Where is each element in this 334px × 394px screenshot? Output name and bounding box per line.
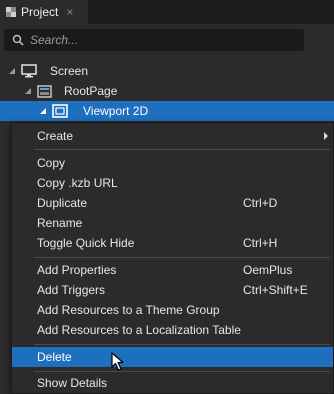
menu-separator (34, 344, 330, 345)
tree-item-screen[interactable]: Screen (0, 61, 334, 81)
menu-item-label: Add Resources to a Localization Table (37, 323, 241, 337)
menu-item-label: Add Triggers (37, 283, 106, 297)
expander-icon[interactable] (25, 88, 31, 94)
tree-item-rootpage[interactable]: RootPage (0, 81, 334, 101)
menu-item-duplicate[interactable]: Duplicate Ctrl+D (12, 193, 333, 213)
menu-item-add-resources-localization-table[interactable]: Add Resources to a Localization Table (12, 320, 333, 340)
menu-item-show-details[interactable]: Show Details (12, 373, 333, 393)
menu-item-delete[interactable]: Delete (12, 347, 333, 367)
search-icon (12, 34, 24, 46)
menu-item-label: Duplicate (37, 196, 88, 210)
tab-project[interactable]: Project × (0, 0, 88, 24)
menu-item-label: Create (37, 129, 74, 143)
tree-item-viewport-2d[interactable]: Viewport 2D (0, 101, 334, 121)
submenu-arrow-icon (324, 132, 328, 140)
menu-item-copy[interactable]: Copy (12, 153, 333, 173)
menu-item-add-triggers[interactable]: Add Triggers Ctrl+Shift+E (12, 280, 333, 300)
menu-item-label: Add Resources to a Theme Group (37, 303, 220, 317)
tab-label: Project (21, 5, 59, 19)
viewport-icon (52, 104, 68, 118)
menu-item-create[interactable]: Create (12, 126, 333, 146)
menu-separator (34, 149, 330, 150)
menu-item-label: Toggle Quick Hide (37, 236, 135, 250)
screen-icon (21, 64, 37, 78)
close-icon[interactable]: × (66, 5, 73, 19)
expander-icon[interactable] (9, 68, 15, 74)
project-icon (6, 7, 16, 17)
menu-item-toggle-quick-hide[interactable]: Toggle Quick Hide Ctrl+H (12, 233, 333, 253)
menu-item-shortcut: Ctrl+D (243, 196, 278, 210)
menu-item-label: Delete (37, 350, 72, 364)
menu-item-label: Add Properties (37, 263, 117, 277)
tree-item-label: Screen (50, 64, 89, 78)
page-icon (37, 84, 52, 98)
menu-item-shortcut: Ctrl+H (243, 236, 278, 250)
menu-item-add-properties[interactable]: Add Properties OemPlus (12, 260, 333, 280)
menu-item-shortcut: Ctrl+Shift+E (243, 283, 308, 297)
menu-separator (34, 371, 330, 372)
panel-tab-bar: Project × (0, 0, 334, 24)
menu-item-rename[interactable]: Rename (12, 213, 333, 233)
search-box[interactable] (4, 29, 304, 51)
context-menu: Create Copy Copy .kzb URL Duplicate Ctrl… (11, 122, 334, 394)
menu-separator (34, 257, 330, 258)
tree-item-label: RootPage (64, 84, 118, 98)
expander-icon[interactable] (40, 108, 46, 114)
menu-item-label: Show Details (37, 376, 108, 390)
search-input[interactable] (30, 33, 280, 47)
menu-item-shortcut: OemPlus (243, 263, 293, 277)
menu-item-copy-kzb-url[interactable]: Copy .kzb URL (12, 173, 333, 193)
menu-item-label: Copy .kzb URL (37, 176, 118, 190)
menu-item-label: Copy (37, 156, 66, 170)
mouse-cursor-icon (111, 352, 124, 371)
menu-item-label: Rename (37, 216, 83, 230)
menu-item-add-resources-theme-group[interactable]: Add Resources to a Theme Group (12, 300, 333, 320)
tree-item-label: Viewport 2D (83, 104, 149, 118)
